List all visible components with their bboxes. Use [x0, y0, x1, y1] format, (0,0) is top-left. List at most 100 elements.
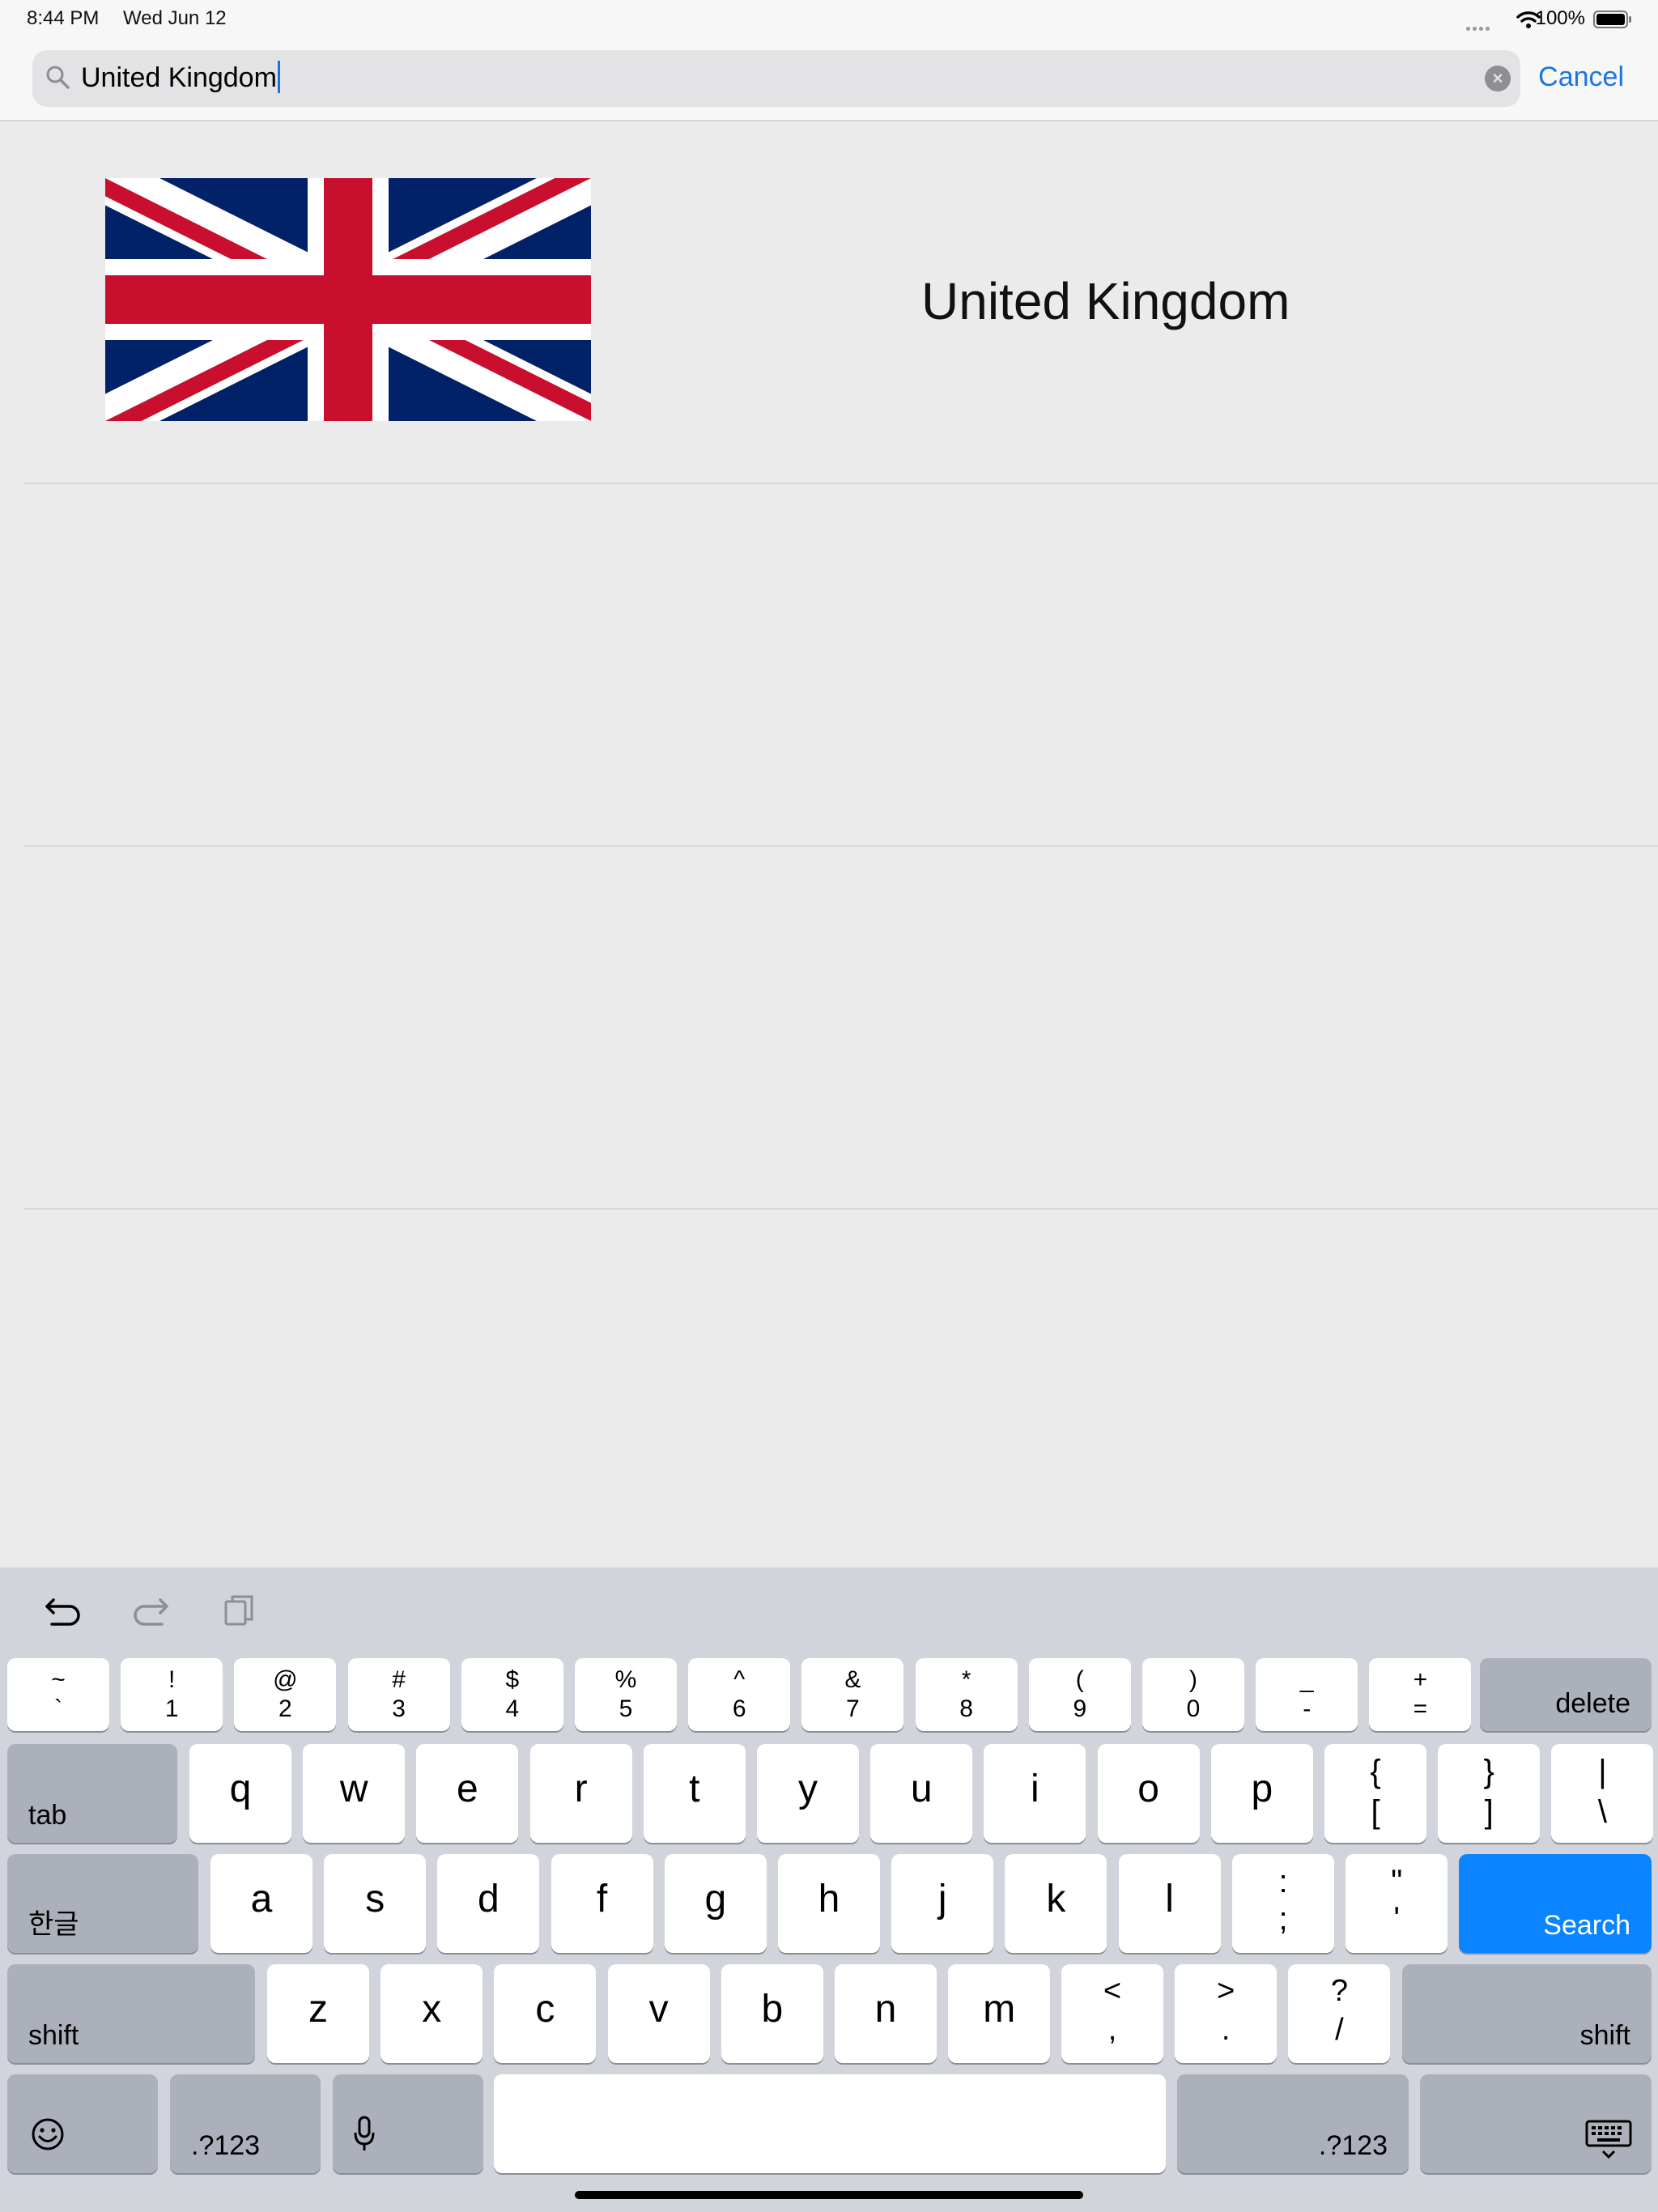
- redo-icon[interactable]: [130, 1592, 172, 1629]
- emoji-key[interactable]: [7, 2074, 158, 2173]
- letter-key[interactable]: v: [607, 1964, 710, 2063]
- shift-key-label: shift: [28, 2020, 79, 2051]
- key-symbol: 4: [505, 1695, 520, 1722]
- letter-key[interactable]: w: [303, 1744, 406, 1843]
- key-shift-symbol: %: [614, 1666, 637, 1693]
- symbol-key[interactable]: " ': [1346, 1854, 1448, 1953]
- numbers-key[interactable]: .?123: [170, 2074, 321, 2173]
- space-bar[interactable]: [494, 2074, 1166, 2173]
- number-key[interactable]: ! 1: [121, 1658, 223, 1731]
- language-key[interactable]: 한글: [7, 1854, 198, 1953]
- letter-key[interactable]: p: [1210, 1744, 1313, 1843]
- symbol-key[interactable]: :;: [1232, 1854, 1334, 1953]
- delete-key[interactable]: delete: [1480, 1658, 1652, 1731]
- letter-key[interactable]: o: [1097, 1744, 1200, 1843]
- symbol-key[interactable]: | \: [1551, 1744, 1654, 1843]
- number-key[interactable]: & 7: [801, 1658, 904, 1731]
- letter-key[interactable]: q: [189, 1744, 291, 1843]
- key-shift-symbol: *: [961, 1666, 971, 1693]
- shift-key-left[interactable]: shift: [7, 1964, 255, 2063]
- number-key[interactable]: ^ 6: [688, 1658, 791, 1731]
- letter-key[interactable]: r: [529, 1744, 632, 1843]
- number-key[interactable]: (9: [1028, 1658, 1131, 1731]
- undo-icon[interactable]: [42, 1592, 84, 1629]
- number-key[interactable]: $4: [461, 1658, 563, 1731]
- cancel-button[interactable]: Cancel: [1538, 62, 1624, 93]
- search-key-label: Search: [1543, 1910, 1630, 1941]
- letter-key[interactable]: u: [870, 1744, 973, 1843]
- number-key[interactable]: #3: [347, 1658, 450, 1731]
- search-input[interactable]: United Kingdom ×: [32, 50, 1520, 107]
- key-letter: n: [874, 1988, 897, 2031]
- number-key[interactable]: _ -: [1256, 1658, 1358, 1731]
- letter-key[interactable]: d: [437, 1854, 540, 1953]
- key-symbol: .: [1221, 2013, 1231, 2047]
- paste-icon[interactable]: [222, 1592, 257, 1629]
- key-symbol: ;: [1278, 1901, 1288, 1937]
- letter-key[interactable]: i: [984, 1744, 1086, 1843]
- letter-key[interactable]: y: [757, 1744, 859, 1843]
- letter-key[interactable]: f: [551, 1854, 653, 1953]
- letter-key[interactable]: b: [721, 1964, 823, 2063]
- number-key[interactable]: ) 0: [1142, 1658, 1244, 1731]
- letter-key[interactable]: c: [494, 1964, 597, 2063]
- clear-icon[interactable]: ×: [1485, 66, 1511, 91]
- letter-key[interactable]: j: [891, 1854, 994, 1953]
- key-letter: t: [689, 1767, 700, 1810]
- search-key[interactable]: Search: [1459, 1854, 1652, 1953]
- letter-key[interactable]: s: [324, 1854, 427, 1953]
- letter-key[interactable]: a: [210, 1854, 312, 1953]
- list-item[interactable]: United Kingdom: [24, 121, 1658, 484]
- key-letter: o: [1137, 1767, 1159, 1810]
- number-key[interactable]: % 5: [575, 1658, 677, 1731]
- key-symbol: 8: [959, 1695, 973, 1722]
- key-shift-symbol: @: [273, 1666, 298, 1693]
- dictation-key[interactable]: [333, 2074, 483, 2173]
- union-jack-flag-icon: [105, 178, 591, 421]
- key-shift-symbol: +: [1413, 1666, 1428, 1693]
- key-shift-symbol: <: [1103, 1974, 1122, 2008]
- key-letter: w: [339, 1767, 368, 1810]
- key-shift-symbol: ~: [51, 1666, 66, 1693]
- list-item: [24, 484, 1658, 847]
- number-key[interactable]: + =: [1369, 1658, 1472, 1731]
- symbol-key[interactable]: <,: [1061, 1964, 1163, 2063]
- key-letter: s: [365, 1878, 385, 1921]
- numbers-key[interactable]: .?123: [1177, 2074, 1409, 2173]
- letter-key[interactable]: g: [664, 1854, 767, 1953]
- letter-key[interactable]: m: [948, 1964, 1051, 2063]
- key-symbol: 7: [846, 1695, 860, 1722]
- letter-key[interactable]: k: [1005, 1854, 1107, 1953]
- letter-key[interactable]: h: [778, 1854, 880, 1953]
- dismiss-keyboard-key[interactable]: [1420, 2074, 1652, 2173]
- letter-key[interactable]: z: [267, 1964, 369, 2063]
- tab-key[interactable]: tab: [7, 1744, 177, 1843]
- key-symbol: ': [1393, 1901, 1400, 1937]
- number-key[interactable]: @2: [234, 1658, 337, 1731]
- cellular-dots-icon: [1466, 20, 1494, 31]
- list-item: [24, 847, 1658, 1210]
- search-bar: United Kingdom × Cancel: [0, 42, 1658, 121]
- symbol-key[interactable]: {[: [1324, 1744, 1426, 1843]
- keyboard: ~ `! 1 @2 #3 $4% 5 ^ 6 & 7 * 8(9) 0 _ - + = delete tab q w e r t…: [0, 1568, 1658, 2212]
- letter-key[interactable]: n: [835, 1964, 937, 2063]
- key-shift-symbol: !: [168, 1666, 176, 1693]
- letter-key[interactable]: x: [380, 1964, 483, 2063]
- letter-key[interactable]: e: [416, 1744, 519, 1843]
- key-letter: l: [1165, 1878, 1174, 1921]
- key-shift-symbol: |: [1598, 1754, 1607, 1789]
- key-shift-symbol: $: [505, 1666, 520, 1693]
- key-shift-symbol: {: [1370, 1754, 1381, 1789]
- key-symbol: `: [54, 1695, 62, 1722]
- symbol-key[interactable]: ? /: [1288, 1964, 1391, 2063]
- letter-key[interactable]: t: [643, 1744, 746, 1843]
- key-letter: m: [983, 1988, 1016, 2031]
- letter-key[interactable]: l: [1118, 1854, 1221, 1953]
- shift-key-right[interactable]: shift: [1402, 1964, 1652, 2063]
- symbol-key[interactable]: }]: [1438, 1744, 1541, 1843]
- symbol-key[interactable]: >.: [1175, 1964, 1278, 2063]
- text-caret: [277, 61, 280, 93]
- number-key[interactable]: ~ `: [7, 1658, 109, 1731]
- key-symbol: 5: [619, 1695, 633, 1722]
- number-key[interactable]: * 8: [915, 1658, 1018, 1731]
